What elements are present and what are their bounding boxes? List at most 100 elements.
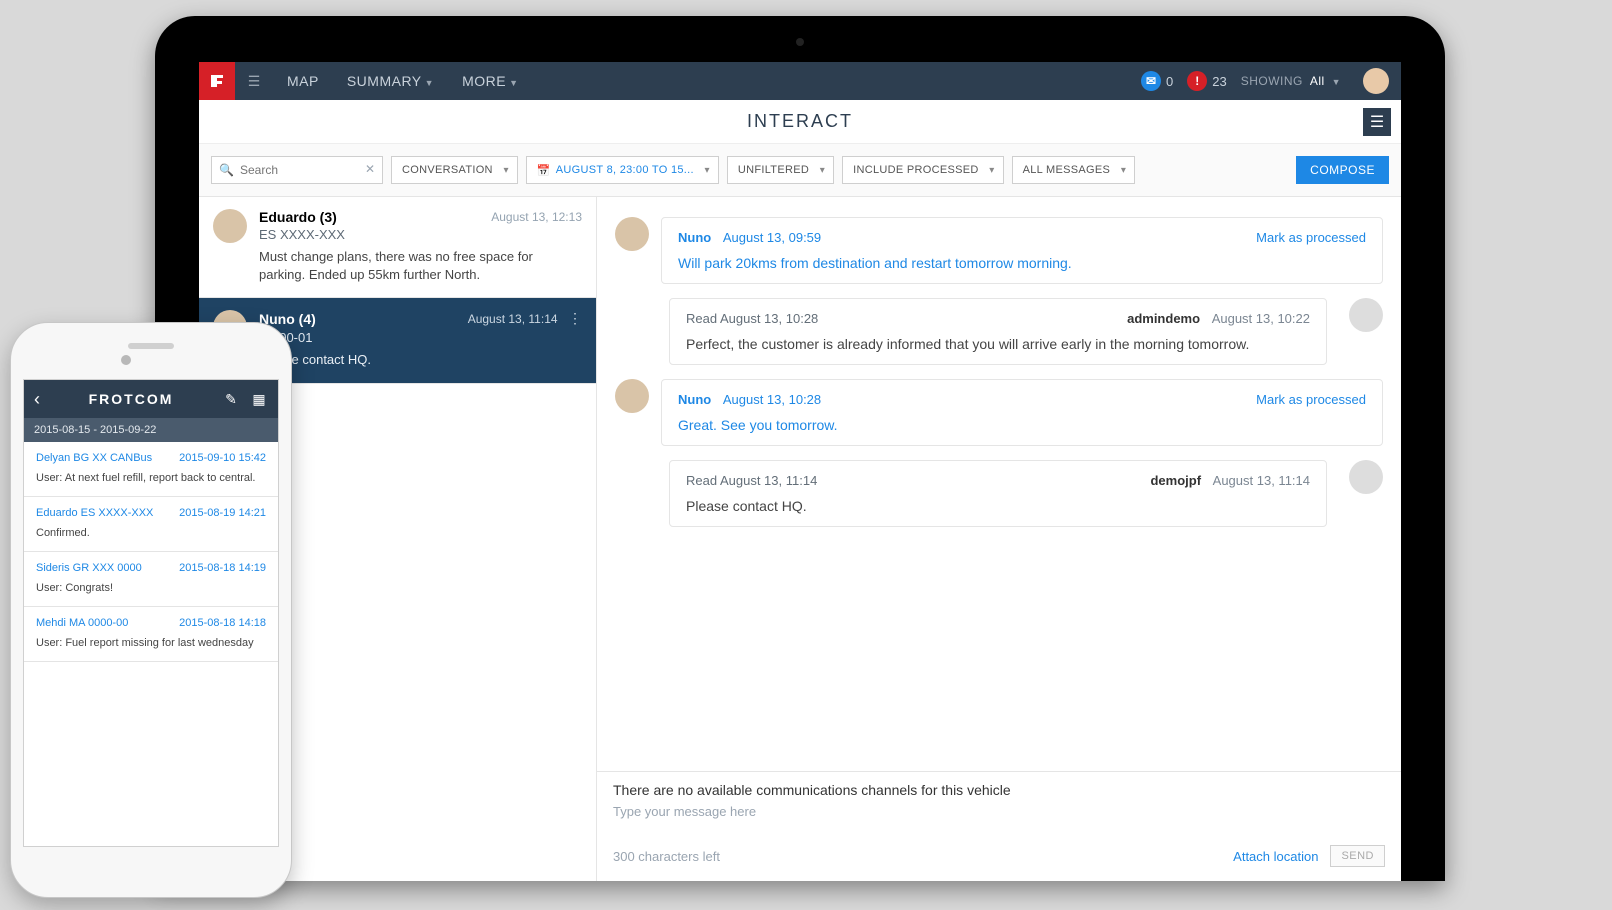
no-channel-warning: There are no available communications ch… [613, 782, 1385, 798]
alert-count: 23 [1212, 74, 1226, 89]
showing-value: All [1310, 74, 1325, 88]
filter-processed[interactable]: INCLUDE PROCESSED [842, 156, 1004, 184]
filter-unfiltered[interactable]: UNFILTERED [727, 156, 834, 184]
phone-list-item[interactable]: Eduardo ES XXXX-XXX 2015-08-19 14:21 Conf… [24, 497, 278, 552]
filter-daterange-label: AUGUST 8, 23:00 TO 15... [556, 164, 694, 176]
page-title-bar: INTERACT ☰ [199, 100, 1401, 144]
showing-label: SHOWING [1241, 74, 1303, 88]
conversation-sub: ES XXXX-XXX [259, 227, 582, 242]
showing-selector[interactable]: SHOWING All ▼ [1241, 74, 1341, 88]
phone-item-name: Eduardo ES XXXX-XXX [36, 507, 153, 519]
message-time: August 13, 11:14 [1213, 473, 1310, 488]
nav-more[interactable]: MORE▼ [448, 73, 532, 89]
conversation-sub: PT-00-01 [259, 330, 582, 345]
message-read: Read August 13, 10:28 [686, 311, 818, 326]
message-read: Read August 13, 11:14 [686, 473, 817, 488]
phone-item-msg: User: At next fuel refill, report back t… [36, 472, 266, 484]
phone-item-msg: Confirmed. [36, 527, 266, 539]
conversation-menu-icon[interactable]: ⋮ [568, 310, 582, 326]
message-bubble: Nuno August 13, 09:59 Mark as processed … [661, 217, 1383, 284]
calendar-icon: 📅 [537, 164, 551, 177]
conversation-name: Eduardo (3) [259, 209, 337, 225]
avatar [1349, 460, 1383, 494]
message-text: Great. See you tomorrow. [678, 417, 1366, 433]
message-from: Nuno [678, 392, 711, 407]
message-time: August 13, 10:22 [1212, 311, 1310, 326]
composer-placeholder[interactable]: Type your message here [613, 804, 1385, 819]
avatar [615, 379, 649, 413]
phone-item-time: 2015-08-18 14:18 [179, 617, 266, 629]
conversation-item[interactable]: Eduardo (3) August 13, 12:13 ES XXXX-XXX… [199, 197, 596, 298]
phone-item-name: Mehdi MA 0000-00 [36, 617, 128, 629]
phone-item-name: Sideris GR XXX 0000 [36, 562, 142, 574]
caret-down-icon: ▼ [1332, 77, 1341, 87]
filter-conversation[interactable]: CONVERSATION [391, 156, 518, 184]
message-thread: Nuno August 13, 09:59 Mark as processed … [597, 197, 1401, 771]
message-bubble: Nuno August 13, 10:28 Mark as processed … [661, 379, 1383, 446]
filter-allmessages[interactable]: ALL MESSAGES [1012, 156, 1136, 184]
message-time: August 13, 09:59 [723, 230, 821, 245]
edit-icon[interactable]: ✎ [222, 391, 240, 408]
phone-item-msg: User: Congrats! [36, 582, 266, 594]
message-text: Perfect, the customer is already informe… [686, 336, 1310, 352]
phone-date-range: 2015-08-15 - 2015-09-22 [24, 418, 278, 442]
top-navbar: ☰ MAP SUMMARY▼ MORE▼ ✉ 0 ! 23 SHOWING Al… [199, 62, 1401, 100]
phone-item-time: 2015-08-19 14:21 [179, 507, 266, 519]
phone-item-msg: User: Fuel report missing for last wedne… [36, 637, 266, 649]
hamburger-icon[interactable]: ☰ [235, 73, 273, 90]
brand-logo[interactable] [199, 62, 235, 100]
phone-list-item[interactable]: Sideris GR XXX 0000 2015-08-18 14:19 User… [24, 552, 278, 607]
alert-icon: ! [1187, 71, 1207, 91]
conversation-snippet: Please contact HQ. [259, 351, 582, 369]
clear-search-icon[interactable]: ✕ [365, 162, 375, 176]
compose-button[interactable]: COMPOSE [1296, 156, 1389, 184]
message-text: Will park 20kms from destination and res… [678, 255, 1366, 271]
message-reply: Read August 13, 11:14 demojpf August 13,… [669, 460, 1383, 527]
phone-item-name: Delyan BG XX CANBus [36, 452, 152, 464]
nav-summary[interactable]: SUMMARY▼ [333, 73, 448, 89]
message-from: admindemo [1127, 311, 1200, 326]
message-bubble: Read August 13, 11:14 demojpf August 13,… [669, 460, 1327, 527]
search-box: 🔍 ✕ [211, 156, 383, 184]
message-from: Nuno [678, 230, 711, 245]
phone-screen: ‹ FROTCOM ✎ ▦ 2015-08-15 - 2015-09-22 De… [23, 379, 279, 847]
back-icon[interactable]: ‹ [34, 389, 40, 410]
filter-daterange[interactable]: 📅 AUGUST 8, 23:00 TO 15... [526, 156, 719, 184]
phone-list-item[interactable]: Mehdi MA 0000-00 2015-08-18 14:18 User: F… [24, 607, 278, 662]
alert-badge[interactable]: ! 23 [1187, 71, 1226, 91]
filter-bar: 🔍 ✕ CONVERSATION 📅 AUGUST 8, 23:00 TO 15… [199, 144, 1401, 197]
message-time: August 13, 10:28 [723, 392, 821, 407]
conversation-time: August 13, 12:13 [491, 210, 582, 224]
avatar [1349, 298, 1383, 332]
page-title: INTERACT [747, 111, 853, 132]
phone-frame: ‹ FROTCOM ✎ ▦ 2015-08-15 - 2015-09-22 De… [10, 322, 292, 898]
message-driver: Nuno August 13, 10:28 Mark as processed … [615, 379, 1383, 446]
mark-processed-link[interactable]: Mark as processed [1256, 230, 1366, 245]
nav-map[interactable]: MAP [273, 73, 333, 89]
nav-more-label: MORE [462, 73, 506, 89]
search-icon: 🔍 [219, 163, 234, 177]
message-bubble: Read August 13, 10:28 admindemo August 1… [669, 298, 1327, 365]
page-menu-button[interactable]: ☰ [1363, 108, 1391, 136]
caret-down-icon: ▼ [509, 78, 518, 88]
nav-summary-label: SUMMARY [347, 73, 422, 89]
brand-logo-icon [209, 73, 225, 89]
user-avatar[interactable] [1363, 68, 1389, 94]
calendar-icon[interactable]: ▦ [250, 391, 268, 408]
mail-icon: ✉ [1141, 71, 1161, 91]
attach-location-link[interactable]: Attach location [1233, 849, 1318, 864]
message-from: demojpf [1150, 473, 1201, 488]
send-button[interactable]: SEND [1330, 845, 1385, 867]
phone-item-time: 2015-08-18 14:19 [179, 562, 266, 574]
mail-count: 0 [1166, 74, 1173, 89]
phone-item-time: 2015-09-10 15:42 [179, 452, 266, 464]
mail-badge[interactable]: ✉ 0 [1141, 71, 1173, 91]
search-input[interactable] [211, 156, 383, 184]
phone-list: Delyan BG XX CANBus 2015-09-10 15:42 User… [24, 442, 278, 846]
laptop-frame: ☰ MAP SUMMARY▼ MORE▼ ✉ 0 ! 23 SHOWING Al… [155, 16, 1445, 881]
caret-down-icon: ▼ [425, 78, 434, 88]
mark-processed-link[interactable]: Mark as processed [1256, 392, 1366, 407]
phone-list-item[interactable]: Delyan BG XX CANBus 2015-09-10 15:42 User… [24, 442, 278, 497]
conversation-time: August 13, 11:14 [468, 312, 558, 326]
avatar [213, 209, 247, 243]
